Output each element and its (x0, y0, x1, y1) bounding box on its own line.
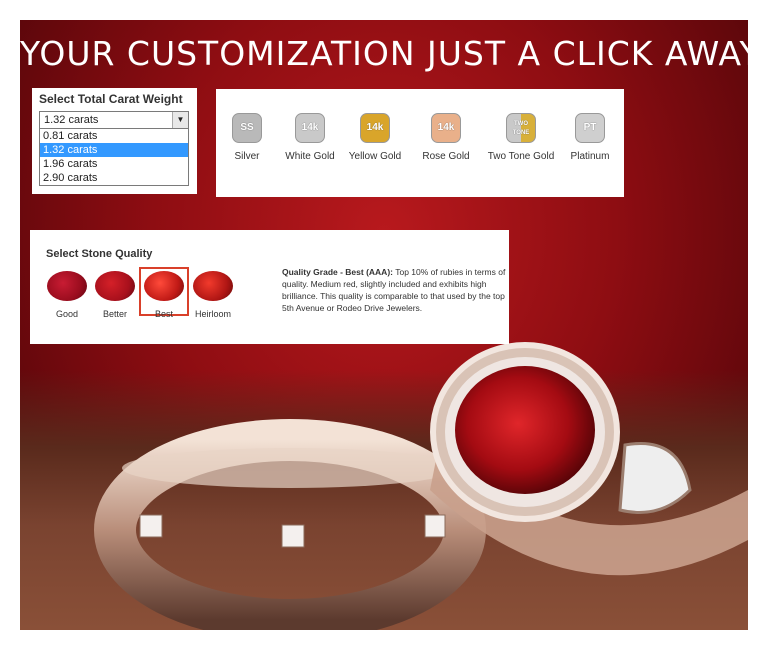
metal-label: Platinum (570, 151, 610, 162)
metal-label: Silver (234, 151, 260, 162)
metal-option-two-tone-gold[interactable]: TWO TONE Two Tone Gold (486, 113, 556, 162)
metal-label: White Gold (285, 151, 335, 162)
stone-option-better[interactable]: Better (90, 269, 140, 319)
metal-option-rose-gold[interactable]: 14k Rose Gold (418, 113, 474, 162)
band-diamond-3 (424, 514, 446, 538)
ruby-good-icon (47, 271, 87, 301)
metal-selection-panel: SS Silver 14k White Gold 14k Yellow Gold… (216, 89, 624, 197)
metal-label: Two Tone Gold (487, 151, 555, 162)
stone-quality-panel: Select Stone Quality Good Better Best He… (30, 230, 509, 344)
carat-option[interactable]: 1.32 carats (40, 143, 188, 157)
quality-grade-heading: Quality Grade - Best (AAA): (282, 267, 393, 277)
yellow-gold-swatch-icon: 14k (360, 113, 390, 143)
band-diamond-2 (281, 524, 305, 548)
band-diamond-1 (139, 514, 163, 538)
ruby-best-icon (144, 271, 184, 301)
ruby-better-icon (95, 271, 135, 301)
carat-weight-options: 0.81 carats 1.32 carats 1.96 carats 2.90… (39, 129, 189, 186)
carat-weight-panel: Select Total Carat Weight 1.32 carats ▼ … (32, 88, 197, 194)
stone-label: Good (55, 309, 79, 319)
metal-option-silver[interactable]: SS Silver (230, 113, 264, 162)
stone-option-best[interactable]: Best (139, 267, 189, 319)
carat-weight-select[interactable]: 1.32 carats ▼ (39, 111, 189, 129)
chevron-down-icon[interactable]: ▼ (172, 112, 188, 128)
stone-quality-title: Select Stone Quality (46, 248, 153, 260)
two-tone-gold-swatch-icon: TWO TONE (506, 113, 536, 143)
metal-option-platinum[interactable]: PT Platinum (570, 113, 610, 162)
stone-label: Heirloom (194, 309, 231, 319)
platinum-swatch-icon: PT (575, 113, 605, 143)
quality-description: Quality Grade - Best (AAA): Top 10% of r… (282, 266, 510, 314)
stone-label: Best (154, 309, 173, 319)
carat-option[interactable]: 0.81 carats (40, 129, 188, 143)
white-gold-swatch-icon: 14k (295, 113, 325, 143)
ruby-heirloom-icon (193, 271, 233, 301)
metal-option-yellow-gold[interactable]: 14k Yellow Gold (344, 113, 406, 162)
headline: YOUR CUSTOMIZATION JUST A CLICK AWAY (20, 34, 748, 73)
metal-label: Yellow Gold (348, 151, 402, 162)
carat-weight-selected: 1.32 carats (44, 114, 99, 126)
carat-weight-title: Select Total Carat Weight (39, 92, 183, 106)
stone-label: Better (102, 309, 127, 319)
center-ruby (455, 366, 595, 494)
silver-swatch-icon: SS (232, 113, 262, 143)
carat-option[interactable]: 2.90 carats (40, 171, 188, 185)
metal-option-white-gold[interactable]: 14k White Gold (280, 113, 340, 162)
rose-gold-swatch-icon: 14k (431, 113, 461, 143)
metal-label: Rose Gold (422, 151, 470, 162)
carat-option[interactable]: 1.96 carats (40, 157, 188, 171)
stone-option-heirloom[interactable]: Heirloom (188, 269, 238, 319)
stone-option-good[interactable]: Good (42, 269, 92, 319)
